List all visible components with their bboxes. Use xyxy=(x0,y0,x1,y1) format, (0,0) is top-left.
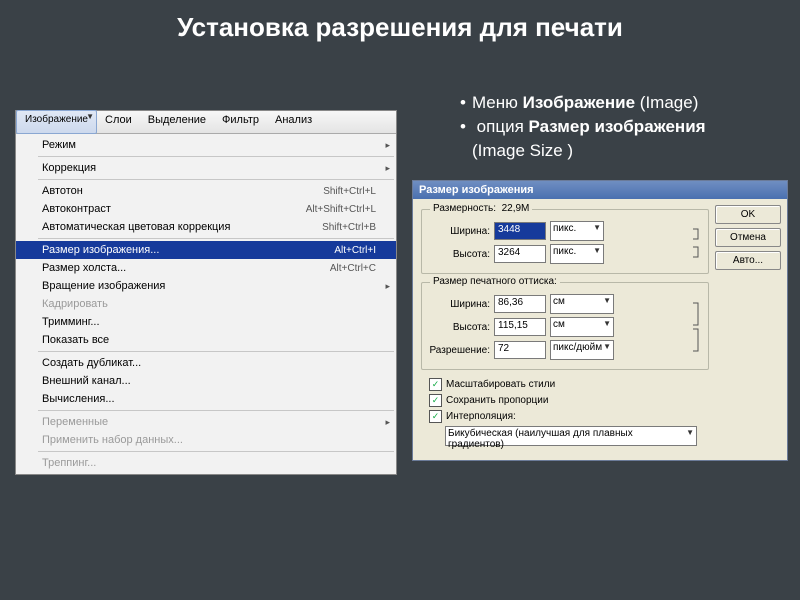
link-icon xyxy=(692,226,702,260)
mi-autocontrast[interactable]: АвтоконтрастAlt+Shift+Ctrl+L xyxy=(16,200,396,218)
mi-mode[interactable]: Режим xyxy=(16,136,396,154)
mi-trap: Треппинг... xyxy=(16,454,396,472)
resample-method[interactable]: Бикубическая (наилучшая для плавных град… xyxy=(445,426,697,446)
mi-autocolor[interactable]: Автоматическая цветовая коррекцияShift+C… xyxy=(16,218,396,236)
doc-height-unit[interactable]: см xyxy=(550,317,614,337)
image-menu: Изображение Слои Выделение Фильтр Анализ… xyxy=(15,110,397,475)
menu-select[interactable]: Выделение xyxy=(140,111,214,133)
cancel-button[interactable]: Отмена xyxy=(715,228,781,247)
ok-button[interactable]: OK xyxy=(715,205,781,224)
mi-canvassize[interactable]: Размер холста...Alt+Ctrl+C xyxy=(16,259,396,277)
mi-rotate[interactable]: Вращение изображения xyxy=(16,277,396,295)
mi-autotone[interactable]: АвтотонShift+Ctrl+L xyxy=(16,182,396,200)
mi-variables: Переменные xyxy=(16,413,396,431)
scale-styles-check[interactable]: ✓Масштабировать стили xyxy=(429,378,709,391)
pixel-width-input[interactable]: 3448 xyxy=(494,222,546,240)
mi-duplicate[interactable]: Создать дубликат... xyxy=(16,354,396,372)
menu-layers[interactable]: Слои xyxy=(97,111,140,133)
pixel-height-input[interactable]: 3264 xyxy=(494,245,546,263)
document-size: Размер печатного оттиска: Ширина:86,36см… xyxy=(421,282,709,370)
pixel-dimensions: Размерность: 22,9М Ширина:3448пикс. Высо… xyxy=(421,209,709,274)
doc-height-input[interactable]: 115,15 xyxy=(494,318,546,336)
dialog-title: Размер изображения xyxy=(413,181,787,199)
menubar: Изображение Слои Выделение Фильтр Анализ xyxy=(16,111,396,134)
constrain-check[interactable]: ✓Сохранить пропорции xyxy=(429,394,709,407)
mi-reveal[interactable]: Показать все xyxy=(16,331,396,349)
menu-analysis[interactable]: Анализ xyxy=(267,111,320,133)
menu-filter[interactable]: Фильтр xyxy=(214,111,267,133)
mi-applyds: Применить набор данных... xyxy=(16,431,396,449)
link-icon xyxy=(692,300,702,354)
resample-check[interactable]: ✓Интерполяция: xyxy=(429,410,709,423)
mi-apply[interactable]: Внешний канал... xyxy=(16,372,396,390)
bullets: Меню Изображение (Image) опция Размер из… xyxy=(420,91,706,162)
pixel-width-unit[interactable]: пикс. xyxy=(550,221,604,241)
image-size-dialog: Размер изображения OK Отмена Авто... Раз… xyxy=(412,180,788,461)
auto-button[interactable]: Авто... xyxy=(715,251,781,270)
doc-width-unit[interactable]: см xyxy=(550,294,614,314)
mi-crop: Кадрировать xyxy=(16,295,396,313)
mi-trim[interactable]: Тримминг... xyxy=(16,313,396,331)
resolution-unit[interactable]: пикс/дюйм xyxy=(550,340,614,360)
mi-imagesize[interactable]: Размер изображения...Alt+Ctrl+I xyxy=(16,241,396,259)
doc-width-input[interactable]: 86,36 xyxy=(494,295,546,313)
menu-image[interactable]: Изображение xyxy=(16,110,97,134)
mi-calc[interactable]: Вычисления... xyxy=(16,390,396,408)
pixel-height-unit[interactable]: пикс. xyxy=(550,244,604,264)
resolution-input[interactable]: 72 xyxy=(494,341,546,359)
mi-adjustments[interactable]: Коррекция xyxy=(16,159,396,177)
slide-title: Установка разрешения для печати xyxy=(0,12,800,43)
